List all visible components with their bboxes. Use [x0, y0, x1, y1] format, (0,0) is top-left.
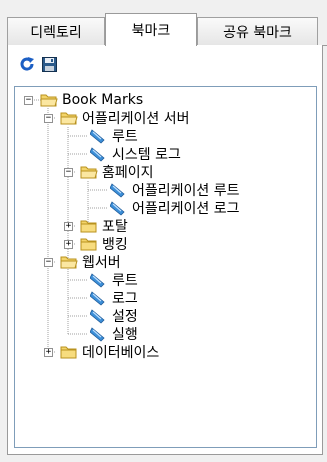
bookmark-page-icon [90, 291, 105, 306]
collapse-app-server-toggle[interactable]: − [44, 114, 53, 123]
collapse-homepage-toggle[interactable]: − [64, 168, 73, 177]
tree-node-root-item[interactable]: 루트 [90, 127, 138, 145]
folder-closed-icon [80, 220, 97, 233]
tab-bookmarks-label: 북마크 [131, 23, 171, 39]
tree-node-ws-log[interactable]: 로그 [90, 289, 138, 307]
folder-open-icon [60, 112, 78, 125]
collapse-root-toggle[interactable]: − [24, 96, 33, 105]
tree-node-app-log[interactable]: 어플리케이션 로그 [110, 199, 240, 217]
tree-node-label: 로그 [112, 291, 138, 307]
tree-node-label: 설정 [112, 309, 138, 325]
bookmark-page-icon [90, 273, 105, 288]
tree-node-app-server[interactable]: 어플리케이션 서버 [60, 109, 190, 127]
bookmark-page-icon [110, 183, 125, 198]
tree-node-root[interactable]: Book Marks [40, 91, 143, 109]
tab-directory[interactable]: 디렉토리 [7, 17, 105, 45]
expand-portal-toggle[interactable]: + [64, 222, 73, 231]
tree-node-system-log[interactable]: 시스템 로그 [90, 145, 181, 163]
tree-node-label: 시스템 로그 [112, 147, 181, 163]
collapse-web-server-toggle[interactable]: − [44, 258, 53, 267]
folder-closed-icon [60, 346, 77, 359]
tab-shared-bookmarks-label: 공유 북마크 [223, 24, 292, 41]
bookmark-page-icon [90, 327, 105, 342]
tree-node-label: 실행 [112, 327, 138, 343]
tab-shared-bookmarks[interactable]: 공유 북마크 [197, 17, 318, 45]
folder-closed-icon [80, 238, 97, 251]
tab-directory-label: 디렉토리 [30, 24, 82, 41]
tree-node-label: 데이터베이스 [82, 345, 160, 361]
tree-node-label: 어플리케이션 루트 [132, 183, 240, 199]
tree-node-label: 루트 [112, 273, 138, 289]
tree-node-label: 뱅킹 [102, 237, 128, 253]
tree-node-ws-config[interactable]: 설정 [90, 307, 138, 325]
bookmark-toolbar [18, 55, 58, 75]
expand-banking-toggle[interactable]: + [64, 240, 73, 249]
save-icon [41, 56, 57, 72]
tree-node-portal[interactable]: 포탈 [80, 217, 128, 235]
tab-bookmarks[interactable]: 북마크 [105, 13, 197, 46]
tree-node-label: 어플리케이션 로그 [132, 201, 240, 217]
tree-node-web-server[interactable]: 웹서버 [60, 253, 121, 271]
folder-open-icon [60, 256, 78, 269]
tree-node-app-root[interactable]: 어플리케이션 루트 [110, 181, 240, 199]
tree-node-label: 포탈 [102, 219, 128, 235]
bookmark-page-icon [90, 147, 105, 162]
tree-node-ws-root[interactable]: 루트 [90, 271, 138, 289]
tree-node-label: 홈페이지 [102, 165, 154, 181]
bookmark-tree: − Book Marks − 어플리케이션 서버 루트 시스템 로그 − 홈페이… [14, 86, 317, 448]
tree-node-homepage[interactable]: 홈페이지 [80, 163, 154, 181]
bookmark-page-icon [90, 309, 105, 324]
refresh-button[interactable] [18, 55, 36, 73]
tree-node-label: 루트 [112, 129, 138, 145]
tree-content: − Book Marks − 어플리케이션 서버 루트 시스템 로그 − 홈페이… [15, 87, 316, 447]
tree-node-banking[interactable]: 뱅킹 [80, 235, 128, 253]
bookmark-page-icon [110, 201, 125, 216]
refresh-icon [20, 57, 34, 71]
bookmark-page-icon [90, 129, 105, 144]
tree-node-label: 어플리케이션 서버 [82, 111, 190, 127]
tree-node-label: 웹서버 [82, 255, 121, 271]
bookmark-panel: − Book Marks − 어플리케이션 서버 루트 시스템 로그 − 홈페이… [7, 45, 323, 455]
tree-node-database[interactable]: 데이터베이스 [60, 343, 159, 361]
tree-node-ws-run[interactable]: 실행 [90, 325, 138, 343]
save-button[interactable] [40, 55, 58, 73]
expand-database-toggle[interactable]: + [44, 348, 53, 357]
tree-node-label: Book Marks [62, 92, 144, 108]
folder-open-icon [40, 94, 58, 107]
folder-open-icon [80, 166, 98, 179]
tab-bar: 디렉토리 북마크 공유 북마크 [7, 13, 327, 47]
